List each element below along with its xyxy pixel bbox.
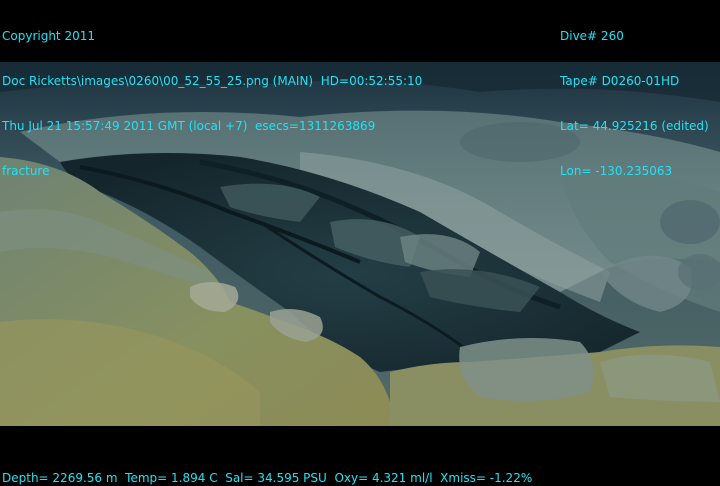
latitude-text: Lat= 44.925216 (edited) [560,119,709,133]
telemetry-footer: Depth= 2269.56 m Temp= 1.894 C Sal= 34.5… [2,471,533,485]
tape-text: Tape# D0260-01HD [560,74,680,88]
annotation-text: fracture [2,164,50,178]
longitude-text: Lon= -130.235063 [560,164,673,178]
copyright-text: Copyright 2011 [2,29,95,43]
datetime-text: Thu Jul 21 15:57:49 2011 GMT (local +7) … [2,119,376,133]
dive-number-text: Dive# 260 [560,29,624,43]
header-left-overlay: Copyright 2011 Doc Ricketts\images\0260\… [2,0,422,209]
video-frame: Copyright 2011 Doc Ricketts\images\0260\… [0,0,720,486]
header-right-overlay: Dive# 260 Tape# D0260-01HD Lat= 44.92521… [560,0,709,209]
image-path-text: Doc Ricketts\images\0260\00_52_55_25.png… [2,74,423,88]
